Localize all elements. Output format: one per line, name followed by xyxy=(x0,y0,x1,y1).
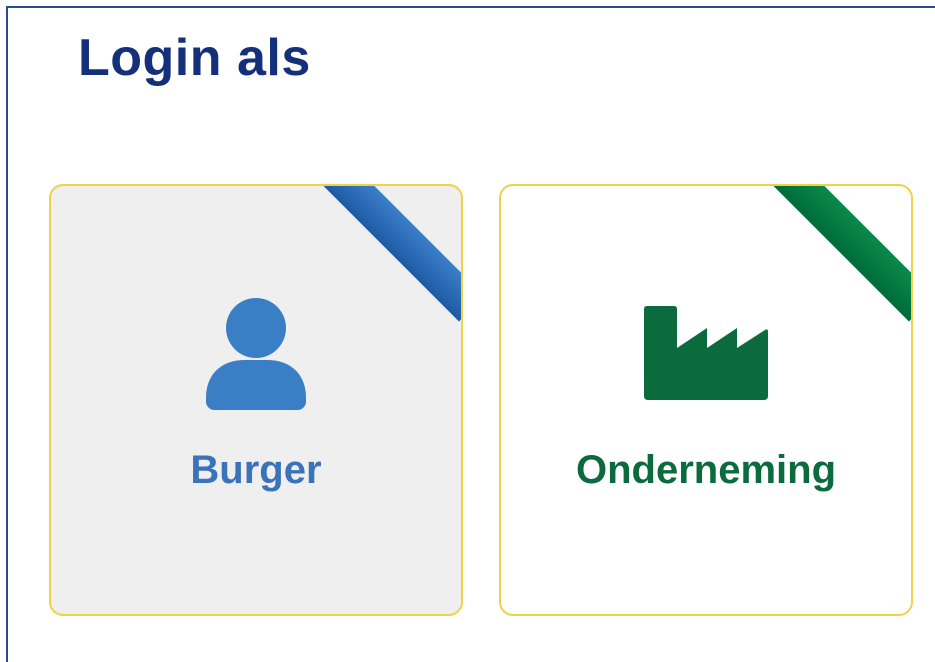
login-panel: Login als Burger Onderneming xyxy=(6,6,935,662)
factory-icon xyxy=(644,306,768,400)
login-option-label: Burger xyxy=(190,448,322,492)
page-title: Login als xyxy=(78,29,311,87)
login-option-burger[interactable]: Burger xyxy=(49,184,463,616)
corner-ribbon xyxy=(317,186,461,322)
login-option-onderneming[interactable]: Onderneming xyxy=(499,184,913,616)
login-option-label: Onderneming xyxy=(575,448,837,492)
user-icon xyxy=(206,298,306,410)
corner-ribbon xyxy=(767,186,911,322)
